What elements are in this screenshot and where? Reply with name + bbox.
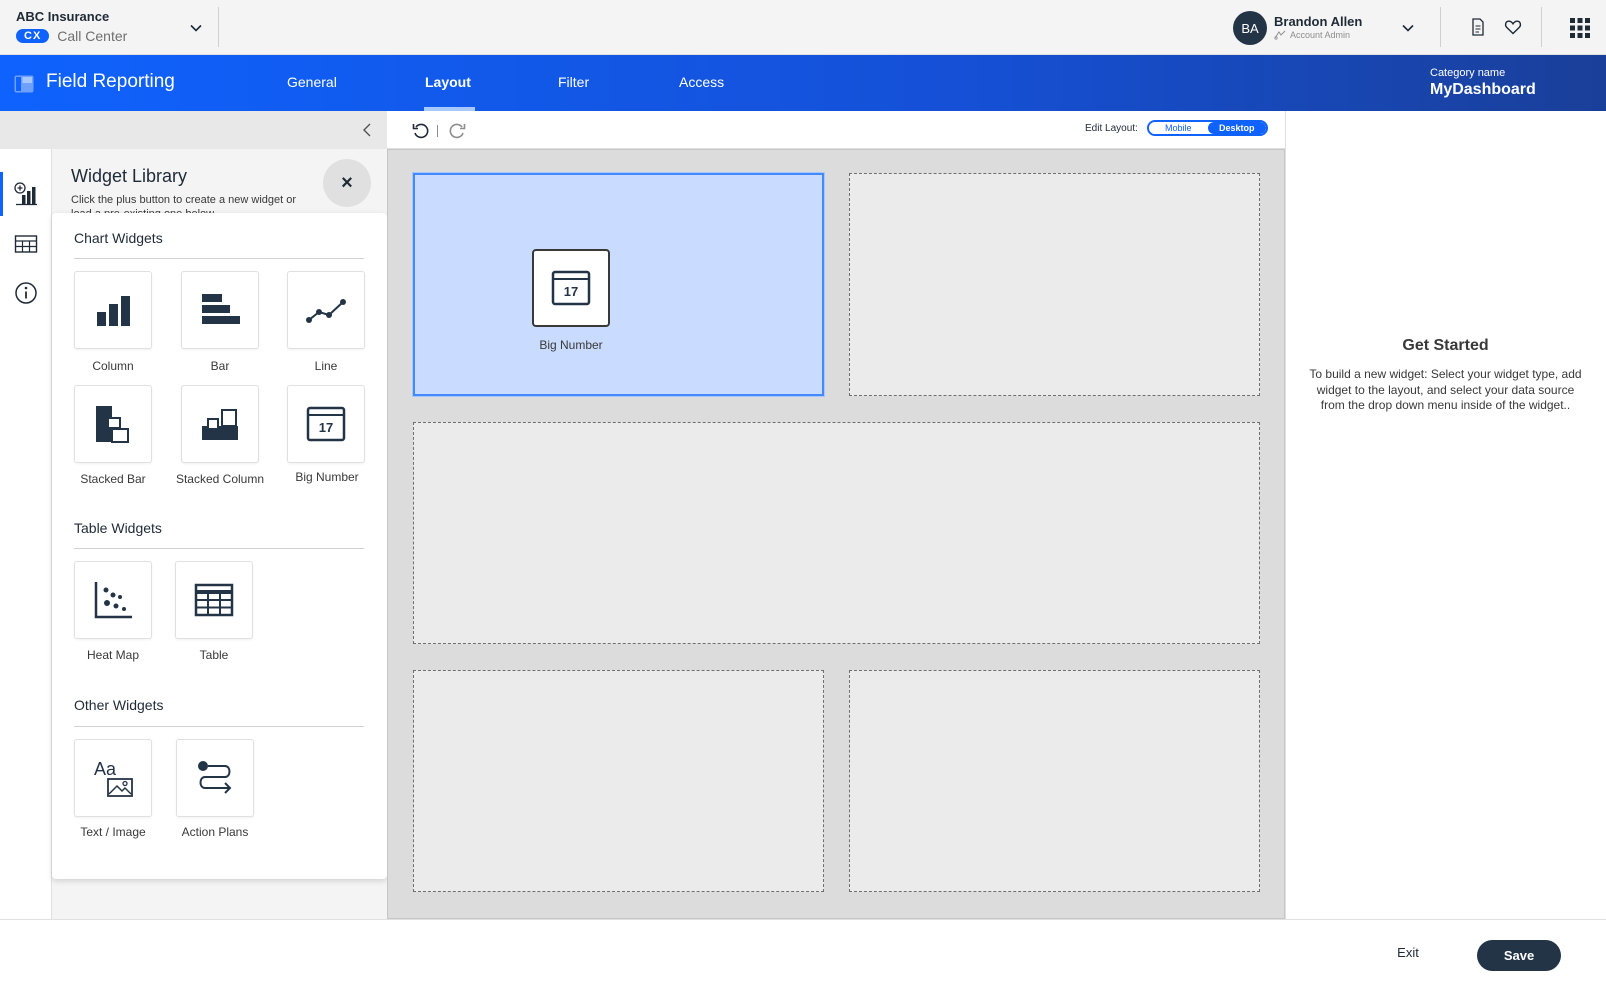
bar-label: Bar [210, 359, 230, 373]
placed-widget-label: Big Number [539, 338, 603, 352]
action-plans-widget-tile[interactable] [176, 739, 254, 817]
divider [1440, 7, 1441, 47]
save-button[interactable]: Save [1477, 940, 1561, 971]
stacked-bar-icon [96, 406, 129, 443]
column-widget-tile[interactable] [74, 271, 152, 349]
tab-filter[interactable]: Filter [558, 74, 589, 111]
action-plans-icon [198, 761, 232, 794]
redo-icon[interactable] [448, 122, 466, 140]
org-subtitle: Call Center [57, 28, 128, 44]
stacked-bar-label: Stacked Bar [80, 472, 146, 486]
rail-active-indicator [0, 172, 3, 216]
line-widget-tile[interactable] [287, 271, 365, 349]
mode-desktop[interactable]: Desktop [1207, 122, 1266, 134]
user-role: Account Admin [1274, 30, 1350, 40]
layout-slot-empty[interactable] [849, 173, 1260, 396]
dashboard-icon [14, 75, 34, 93]
close-library-button[interactable]: × [323, 159, 371, 207]
bar-chart-icon [202, 294, 240, 324]
divider [1541, 7, 1542, 47]
big-number-icon: 17 [306, 406, 346, 442]
table-icon[interactable] [14, 232, 38, 256]
line-chart-icon [306, 299, 346, 323]
add-chart-icon[interactable] [14, 182, 38, 206]
placed-big-number-widget[interactable]: 17 [532, 249, 610, 327]
chevron-left-icon[interactable] [360, 122, 374, 138]
tab-access[interactable]: Access [679, 74, 724, 111]
document-icon[interactable] [1470, 18, 1486, 36]
chevron-down-icon[interactable] [188, 20, 204, 36]
action-plans-label: Action Plans [181, 825, 249, 839]
stacked-column-icon [202, 409, 238, 440]
table-icon [194, 583, 234, 617]
org-name: ABC Insurance [16, 9, 110, 24]
category-label: Category name [1430, 67, 1506, 79]
widget-library-title: Widget Library [71, 166, 188, 186]
stacked-column-widget-tile[interactable] [181, 385, 259, 463]
user-role-label: Account Admin [1290, 30, 1351, 40]
cx-badge: CX [16, 29, 50, 43]
divider [437, 125, 438, 137]
table-label: Table [199, 648, 229, 662]
avatar[interactable]: BA [1233, 11, 1267, 45]
top-bar [0, 0, 1606, 55]
line-label: Line [314, 359, 338, 373]
layout-slot-filled[interactable] [413, 173, 824, 396]
big-number-icon-value: 17 [319, 420, 333, 435]
category-value: MyDashboard [1430, 81, 1536, 98]
heat-map-label: Heat Map [86, 648, 140, 662]
text-image-icon: Aa [94, 759, 133, 797]
app-header: Field Reporting General Layout Filter Ac… [0, 55, 1606, 111]
big-number-icon: 17 [551, 270, 591, 306]
app-grid-icon[interactable] [1570, 18, 1590, 38]
other-widgets-title: Other Widgets [74, 697, 164, 713]
layout-mode-toggle[interactable]: Mobile Desktop [1147, 120, 1268, 136]
get-started-panel [1285, 111, 1606, 919]
stacked-column-label: Stacked Column [175, 472, 265, 486]
text-image-widget-tile[interactable]: Aa [74, 739, 152, 817]
info-icon[interactable] [14, 281, 38, 305]
heart-icon[interactable] [1504, 18, 1522, 36]
big-number-label: Big Number [295, 470, 359, 484]
exit-button[interactable]: Exit [1380, 945, 1436, 965]
text-image-glyph: Aa [94, 759, 117, 779]
undo-icon[interactable] [412, 122, 430, 140]
bar-widget-tile[interactable] [181, 271, 259, 349]
footer-bar [0, 919, 1606, 988]
tab-layout[interactable]: Layout [424, 74, 475, 111]
edit-layout-label: Edit Layout: [1085, 123, 1138, 134]
user-name: Brandon Allen [1274, 14, 1363, 29]
big-number-widget-tile[interactable]: 17 [287, 385, 365, 463]
org-switcher[interactable]: ABC Insurance CX Call Center [16, 9, 127, 44]
panel-toolbar [0, 111, 387, 149]
get-started-title: Get Started [1402, 337, 1489, 354]
layout-slot-empty[interactable] [413, 422, 1260, 644]
widget-library-description: Click the plus button to create a new wi… [71, 194, 297, 215]
table-widget-tile[interactable] [175, 561, 253, 639]
chart-widgets-title: Chart Widgets [74, 230, 163, 246]
chevron-down-icon[interactable] [1400, 20, 1416, 36]
stacked-bar-widget-tile[interactable] [74, 385, 152, 463]
divider [74, 726, 364, 727]
tab-general[interactable]: General [287, 74, 337, 111]
mode-mobile[interactable]: Mobile [1149, 122, 1208, 134]
heat-map-widget-tile[interactable] [74, 561, 152, 639]
role-icon [1274, 30, 1286, 40]
get-started-body: To build a new widget: Select your widge… [1309, 367, 1582, 412]
text-image-label: Text / Image [80, 825, 146, 839]
table-widgets-title: Table Widgets [74, 520, 162, 536]
column-label: Column [92, 359, 134, 373]
column-chart-icon [97, 296, 130, 326]
divider [74, 258, 364, 259]
heat-map-icon [94, 582, 132, 619]
divider [218, 7, 219, 47]
placed-widget-number: 17 [564, 284, 578, 299]
layout-slot-empty[interactable] [413, 670, 824, 892]
app-title: Field Reporting [46, 71, 175, 92]
layout-slot-empty[interactable] [849, 670, 1260, 892]
divider [74, 548, 364, 549]
